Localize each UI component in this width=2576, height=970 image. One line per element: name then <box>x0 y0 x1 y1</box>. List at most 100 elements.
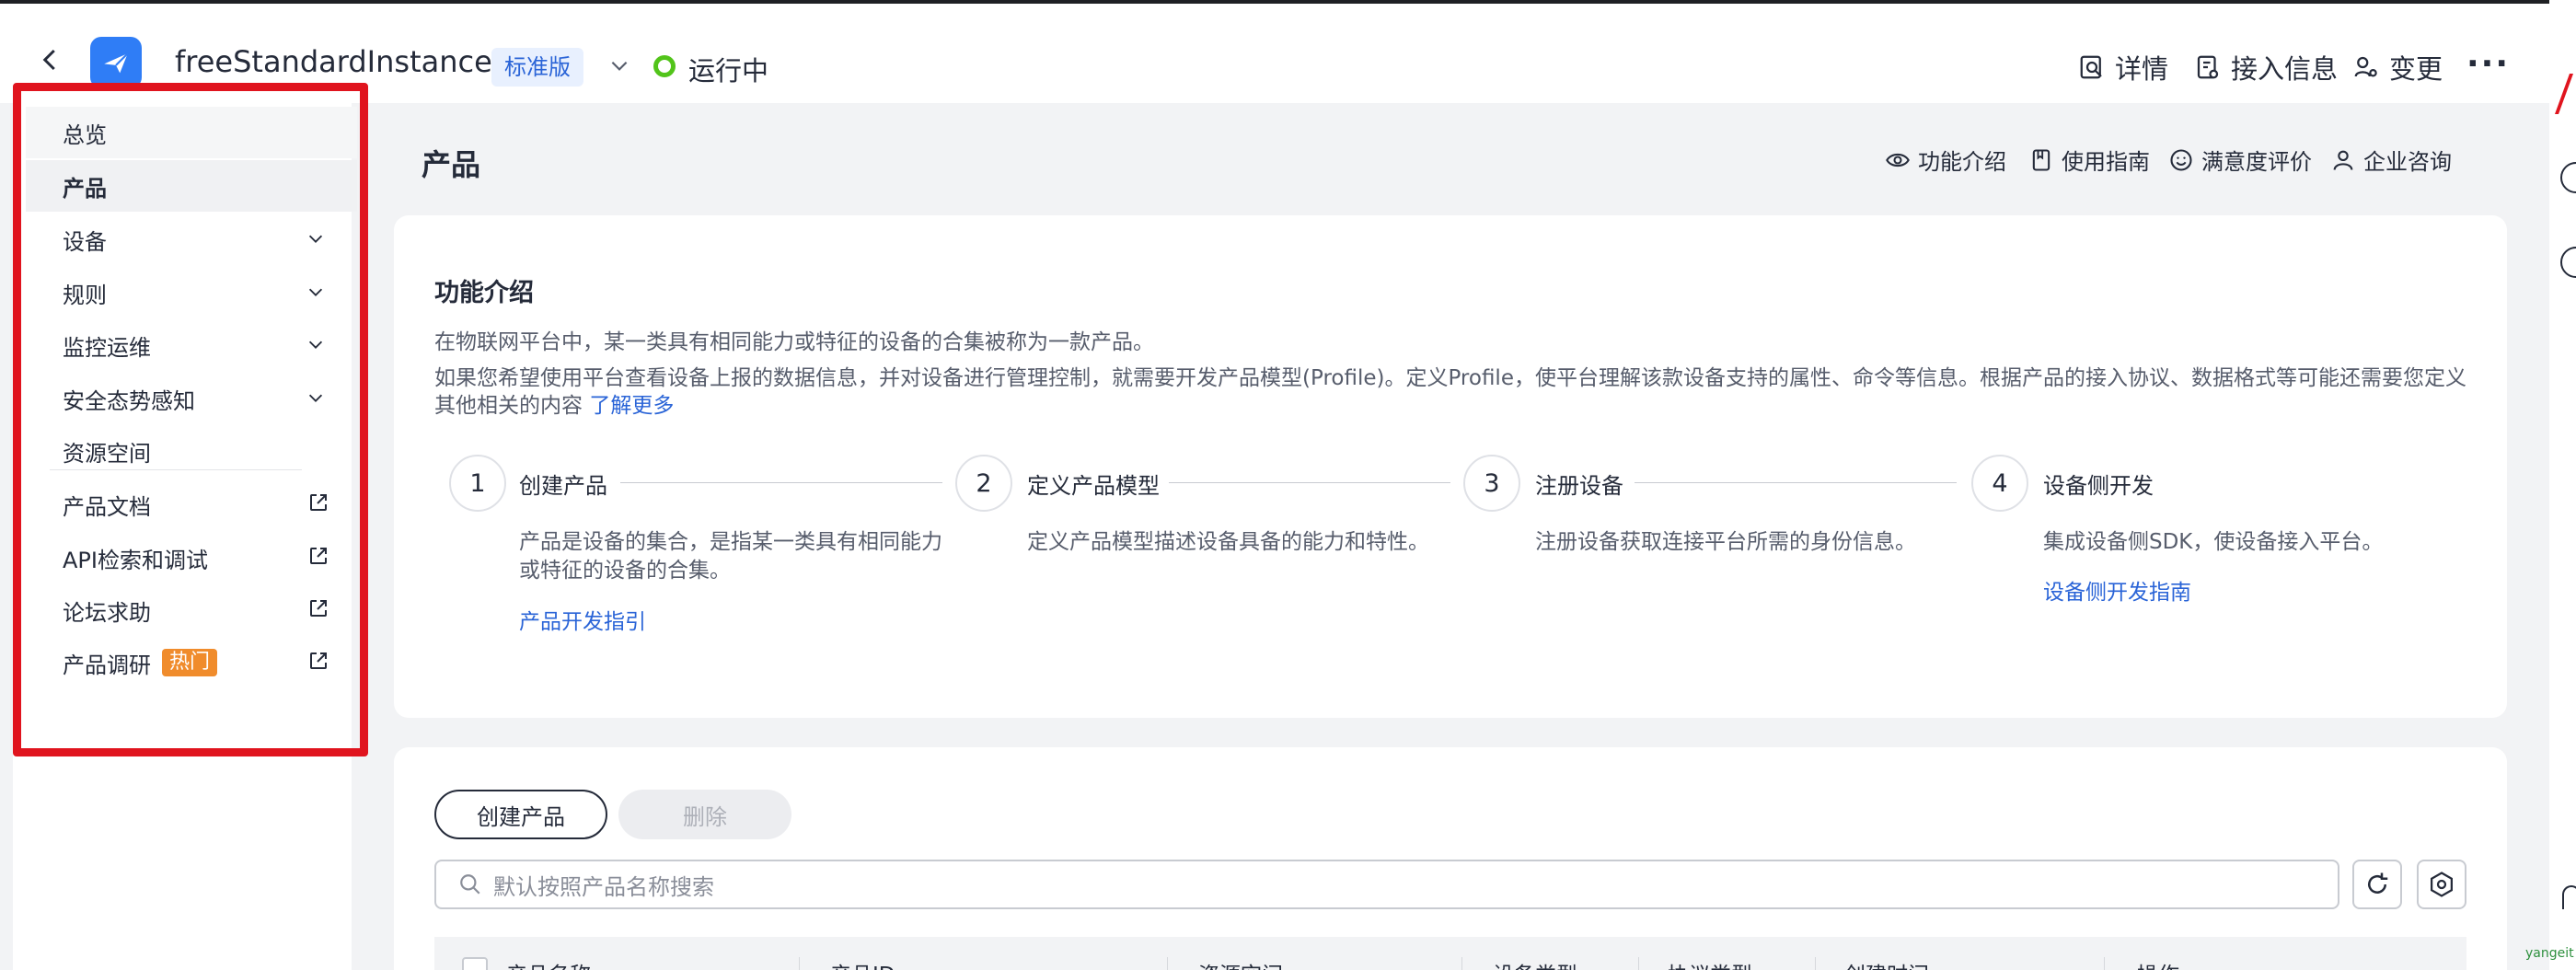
step-connector <box>1169 482 1450 483</box>
details-search-icon <box>2080 55 2102 79</box>
sidebar-item-label: 总览 <box>63 121 107 148</box>
instance-status: 运行中 <box>688 55 769 87</box>
status-running-icon <box>653 55 676 77</box>
chevron-down-icon <box>308 341 323 349</box>
feature-intro-card <box>394 215 2507 718</box>
chevron-down-icon <box>308 288 323 296</box>
feature-intro-label: 功能介绍 <box>1918 149 2006 175</box>
sidebar-item-monitoring[interactable]: 监控运维 <box>26 319 357 371</box>
sidebar-item-api-explorer[interactable]: API检索和调试 <box>26 532 357 583</box>
product-dev-guide-link[interactable]: 产品开发指引 <box>519 604 646 635</box>
step-desc: 产品是设备的集合，是指某一类具有相同能力或特征的设备的合集。 <box>519 530 942 583</box>
change-label: 变更 <box>2389 53 2443 85</box>
help-circle-icon[interactable] <box>2560 162 2576 193</box>
back-arrow-icon[interactable] <box>37 46 64 74</box>
column-separator <box>1815 957 1816 970</box>
column-separator <box>799 957 800 970</box>
select-all-checkbox[interactable] <box>462 957 488 970</box>
column-header: 资源空间 <box>1198 957 1283 970</box>
sidebar-item-label: 论坛求助 <box>63 599 151 626</box>
intro-desc-2: 如果您希望使用平台查看设备上报的数据信息，并对设备进行管理控制，就需要开发产品模… <box>434 364 2478 420</box>
satisfaction-label: 满意度评价 <box>2201 149 2312 175</box>
step-title: 注册设备 <box>1535 473 1623 499</box>
access-info-icon <box>2197 55 2219 79</box>
column-header: 产品名称 <box>506 957 591 970</box>
search-icon <box>460 874 480 895</box>
sidebar-item-products[interactable]: 产品 <box>26 160 357 212</box>
sidebar-item-label: 安全态势感知 <box>63 387 195 414</box>
sidebar-item-label: 产品 <box>63 175 107 202</box>
sidebar: 总览 产品 设备 规则 监控运维 安全态势感知 资源空间 产品文档 API检索和… <box>13 83 357 970</box>
column-separator <box>1167 957 1168 970</box>
floating-toolbar-edge <box>2549 0 2576 970</box>
sidebar-item-label: 规则 <box>63 282 107 308</box>
intro-desc-1: 在物联网平台中，某一类具有相同能力或特征的设备的合集被称为一款产品。 <box>434 330 1154 354</box>
brand-mark-icon <box>2554 74 2576 114</box>
details-button[interactable]: 详情 <box>2078 48 2168 87</box>
step-connector <box>1635 482 1957 483</box>
learn-more-link[interactable]: 了解更多 <box>589 394 674 418</box>
delete-button[interactable]: 删除 <box>618 790 791 839</box>
step-connector <box>620 482 942 483</box>
step-desc: 注册设备获取连接平台所需的身份信息。 <box>1535 530 1916 554</box>
instance-header: freeStandardInstance 标准版 运行中 详情 接入信息 变更 … <box>0 4 2549 103</box>
sidebar-divider <box>50 469 302 470</box>
step-title: 设备侧开发 <box>2043 473 2154 499</box>
instance-name: freeStandardInstance <box>175 44 492 79</box>
intro-desc-2-text: 如果您希望使用平台查看设备上报的数据信息，并对设备进行管理控制，就需要开发产品模… <box>434 366 2466 418</box>
column-separator <box>1638 957 1639 970</box>
table-header: 产品名称 产品ID 资源空间 设备类型 协议类型 创建时间 操作 <box>434 937 2466 970</box>
intro-card-title: 功能介绍 <box>434 279 534 307</box>
step-number: 3 <box>1463 455 1520 512</box>
details-label: 详情 <box>2115 53 2169 85</box>
access-info-button[interactable]: 接入信息 <box>2194 48 2338 87</box>
change-button[interactable]: 变更 <box>2352 48 2443 87</box>
column-header: 操作 <box>2137 957 2179 970</box>
consult-user-icon <box>2333 150 2353 170</box>
access-info-label: 接入信息 <box>2231 53 2339 85</box>
sidebar-item-label: 资源空间 <box>63 440 151 467</box>
sidebar-item-overview[interactable]: 总览 <box>26 107 357 158</box>
smile-icon <box>2170 148 2192 171</box>
step-title: 定义产品模型 <box>1027 473 1160 499</box>
column-header: 设备类型 <box>1493 957 1577 970</box>
satisfaction-link[interactable]: 满意度评价 <box>2168 144 2312 176</box>
more-menu-icon[interactable]: ··· <box>2466 48 2510 81</box>
sidebar-item-label: 产品文档 <box>63 493 151 520</box>
column-header: 创建时间 <box>1844 957 1929 970</box>
gear-icon <box>2431 872 2453 897</box>
service-circle-icon[interactable] <box>2560 247 2576 278</box>
device-dev-guide-link[interactable]: 设备侧开发指南 <box>2043 574 2191 606</box>
sidebar-item-label: 产品调研 <box>63 652 151 678</box>
column-separator <box>2104 957 2105 970</box>
sidebar-item-survey[interactable]: 产品调研 热门 <box>26 637 357 688</box>
step-title: 创建产品 <box>519 473 607 499</box>
step-desc: 定义产品模型描述设备具备的能力和特性。 <box>1027 530 1429 554</box>
create-product-button[interactable]: 创建产品 <box>434 790 607 839</box>
page-title: 产品 <box>422 147 481 182</box>
external-link-icon <box>310 494 327 511</box>
sidebar-item-forum[interactable]: 论坛求助 <box>26 584 357 636</box>
sidebar-item-devices[interactable]: 设备 <box>26 214 357 265</box>
external-link-icon <box>310 600 327 617</box>
sidebar-item-rules[interactable]: 规则 <box>26 267 357 318</box>
instance-switch-chevron-icon[interactable] <box>607 53 631 77</box>
usage-guide-link[interactable]: 使用指南 <box>2028 144 2150 176</box>
headset-icon[interactable] <box>2562 885 2576 909</box>
sidebar-item-security[interactable]: 安全态势感知 <box>26 373 357 424</box>
search-input[interactable]: 默认按照产品名称搜索 <box>434 860 2339 909</box>
enterprise-consult-label: 企业咨询 <box>2363 149 2452 175</box>
usage-guide-label: 使用指南 <box>2062 149 2150 175</box>
chevron-down-icon <box>308 394 323 402</box>
instance-logo-icon <box>90 37 142 88</box>
enterprise-consult-link[interactable]: 企业咨询 <box>2330 144 2452 176</box>
book-icon <box>2032 148 2050 171</box>
settings-button[interactable] <box>2417 860 2466 909</box>
step-desc: 集成设备侧SDK，使设备接入平台。 <box>2043 530 2384 554</box>
refresh-button[interactable] <box>2352 860 2402 909</box>
external-link-icon <box>310 548 327 564</box>
sidebar-item-label: 监控运维 <box>63 334 151 361</box>
step-number: 4 <box>1971 455 2028 512</box>
feature-intro-link[interactable]: 功能介绍 <box>1885 144 2006 176</box>
sidebar-item-docs[interactable]: 产品文档 <box>26 479 357 530</box>
